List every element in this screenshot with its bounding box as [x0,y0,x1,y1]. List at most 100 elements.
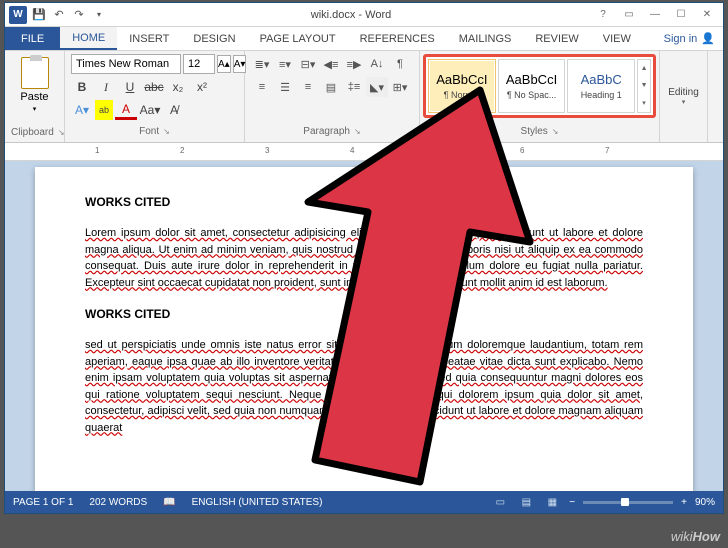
ruler-mark: 3 [265,146,269,155]
italic-button[interactable]: I [95,77,117,97]
strikethrough-button[interactable]: abc [143,77,165,97]
document-area[interactable]: WORKS CITED Lorem ipsum dolor sit amet, … [5,161,723,491]
help-icon[interactable]: ? [591,6,615,24]
tab-design[interactable]: DESIGN [181,27,247,50]
web-layout-icon[interactable]: ▦ [543,495,561,509]
align-left-button[interactable]: ≡ [251,77,273,97]
editing-group: Editing ▾ [660,51,708,142]
style-preview: AaBbCcI [506,72,557,87]
editing-button[interactable]: Editing [668,87,699,98]
language-indicator[interactable]: ENGLISH (UNITED STATES) [192,497,323,508]
close-icon[interactable]: ✕ [695,6,719,24]
document-page[interactable]: WORKS CITED Lorem ipsum dolor sit amet, … [35,167,693,491]
grow-font-button[interactable]: A▴ [217,55,231,73]
user-icon: 👤 [701,32,715,45]
styles-down-icon[interactable]: ▼ [638,77,650,94]
style-no-spacing[interactable]: AaBbCcI ¶ No Spac... [498,59,566,113]
subscript-button[interactable]: x₂ [167,77,189,97]
clipboard-label: Clipboard [11,125,58,140]
chevron-down-icon: ▾ [682,98,686,106]
ruler-mark: 4 [350,146,354,155]
zoom-slider[interactable] [583,501,673,504]
tab-insert[interactable]: INSERT [117,27,181,50]
minimize-icon[interactable]: — [643,6,667,24]
spell-check-icon[interactable]: 📖 [163,497,175,508]
highlight-button[interactable]: ab [95,100,113,120]
window-title: wiki.docx - Word [111,9,591,21]
read-mode-icon[interactable]: ▭ [491,495,509,509]
tab-page-layout[interactable]: PAGE LAYOUT [248,27,348,50]
sign-in-link[interactable]: Sign in👤 [656,27,723,50]
numbering-button[interactable]: ≡▾ [274,54,296,74]
page-indicator[interactable]: PAGE 1 OF 1 [13,497,73,508]
styles-more-icon[interactable]: ▾ [638,95,650,112]
styles-gallery: AaBbCcI ¶ Normal AaBbCcI ¶ No Spac... Aa… [423,54,656,118]
ribbon-tabs: FILE HOME INSERT DESIGN PAGE LAYOUT REFE… [5,27,723,51]
styles-scroll: ▲ ▼ ▾ [637,59,651,113]
shading-button[interactable]: ◣▾ [366,77,388,97]
style-name: ¶ Normal [444,90,480,100]
horizontal-ruler[interactable]: 1 2 3 4 5 6 7 [5,143,723,161]
watermark: wikiHow [671,529,720,544]
font-label: Font [71,124,238,139]
tab-review[interactable]: REVIEW [523,27,590,50]
change-case-button[interactable]: Aa▾ [139,100,161,120]
line-spacing-button[interactable]: ‡≡ [343,77,365,97]
redo-icon[interactable]: ↷ [71,7,87,23]
ruler-mark: 5 [435,146,439,155]
save-icon[interactable]: 💾 [31,7,47,23]
qat-dropdown-icon[interactable]: ▾ [91,7,107,23]
ribbon-options-icon[interactable]: ▭ [617,6,641,24]
font-name-select[interactable] [71,54,181,74]
maximize-icon[interactable]: ☐ [669,6,693,24]
chevron-down-icon: ▾ [33,105,37,113]
tab-home[interactable]: HOME [60,27,117,50]
sort-button[interactable]: A↓ [366,54,388,74]
bold-button[interactable]: B [71,77,93,97]
clear-formatting-button[interactable]: A̸ [163,100,185,120]
paragraph-text: sed ut perspiciatis unde omnis iste natu… [85,337,643,436]
text-effects-button[interactable]: A▾ [71,100,93,120]
title-bar: W 💾 ↶ ↷ ▾ wiki.docx - Word ? ▭ — ☐ ✕ [5,3,723,27]
font-size-select[interactable] [183,54,215,74]
justify-button[interactable]: ▤ [320,77,342,97]
ruler-mark: 2 [180,146,184,155]
style-heading-1[interactable]: AaBbC Heading 1 [567,59,635,113]
zoom-in-button[interactable]: + [681,497,687,508]
tab-view[interactable]: VIEW [591,27,643,50]
paste-button[interactable]: Paste ▾ [11,53,58,117]
increase-indent-button[interactable]: ≡▶ [343,54,365,74]
multilevel-button[interactable]: ⊟▾ [297,54,319,74]
heading-works-cited: WORKS CITED [85,193,643,211]
sign-in-label: Sign in [664,33,698,45]
styles-up-icon[interactable]: ▲ [638,60,650,77]
bullets-button[interactable]: ≣▾ [251,54,273,74]
ribbon: Paste ▾ Clipboard A▴ A▾ B I U abc x₂ x² … [5,51,723,143]
paste-icon [21,57,49,89]
font-color-button[interactable]: A [115,100,137,120]
heading-works-cited: WORKS CITED [85,305,643,323]
borders-button[interactable]: ⊞▾ [389,77,411,97]
tab-mailings[interactable]: MAILINGS [447,27,524,50]
style-name: ¶ No Spac... [507,90,556,100]
styles-label: Styles [423,124,656,139]
style-normal[interactable]: AaBbCcI ¶ Normal [428,59,496,113]
window-controls: ? ▭ — ☐ ✕ [591,6,723,24]
underline-button[interactable]: U [119,77,141,97]
zoom-out-button[interactable]: − [569,497,575,508]
decrease-indent-button[interactable]: ◀≡ [320,54,342,74]
tab-references[interactable]: REFERENCES [348,27,447,50]
word-count[interactable]: 202 WORDS [89,497,147,508]
undo-icon[interactable]: ↶ [51,7,67,23]
font-group: A▴ A▾ B I U abc x₂ x² A▾ ab A Aa▾ A̸ Fon… [65,51,245,142]
align-right-button[interactable]: ≡ [297,77,319,97]
show-marks-button[interactable]: ¶ [389,54,411,74]
print-layout-icon[interactable]: ▤ [517,495,535,509]
superscript-button[interactable]: x² [191,77,213,97]
zoom-level[interactable]: 90% [695,497,715,508]
align-center-button[interactable]: ☰ [274,77,296,97]
ruler-mark: 6 [520,146,524,155]
style-preview: AaBbCcI [436,72,487,87]
paste-label: Paste [20,91,48,103]
tab-file[interactable]: FILE [5,27,60,50]
